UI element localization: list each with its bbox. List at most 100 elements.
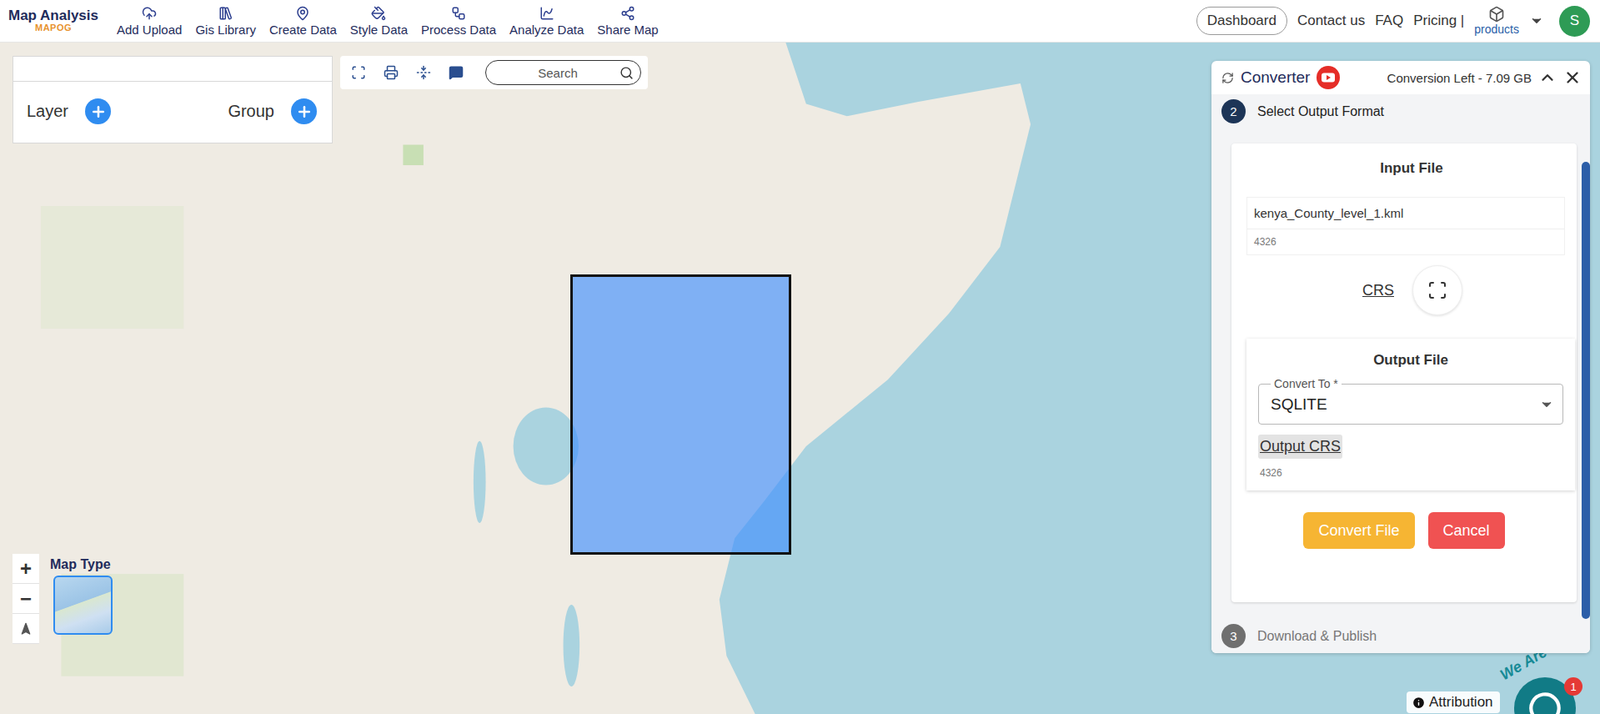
layer-group-row: Layer Group [13,81,332,143]
convert-to-value: SQLITE [1270,395,1540,414]
products-button[interactable]: products [1474,5,1520,36]
crs-row: CRS [1246,255,1577,321]
products-label: products [1474,22,1520,36]
step-row[interactable]: 3Download & Publish [1211,618,1590,653]
cube-icon [1488,5,1505,23]
chevron-up-icon [1538,68,1557,87]
layer-label: Layer [26,101,69,121]
output-crs-code: 4326 [1258,466,1343,479]
header-link[interactable]: FAQ [1374,12,1404,30]
convert-to-label: Convert To * [1270,376,1342,391]
input-section: Input File kenya_County_level_1.kml4326 CR… [1246,155,1577,331]
conversion-quota: Conversion Left - 7.09 GB [1387,70,1532,86]
crs-link[interactable]: CRS [1360,278,1396,303]
info-icon [1411,695,1426,710]
map-type-thumbnail[interactable] [53,575,113,635]
layer-panel-header [13,56,332,82]
youtube-icon[interactable] [1316,65,1340,90]
compass-icon [19,621,33,636]
group-item: Group [227,98,317,125]
output-crs-link[interactable]: Output CRS [1258,434,1343,459]
collapse-button[interactable] [1538,68,1557,87]
map-canvas[interactable]: LayerGroup+−Map TypeAttributionWe Are He… [0,42,1600,714]
nav-label: Add Upload [116,22,182,37]
reset-north-button[interactable] [12,613,40,644]
nav-label: Analyze Data [509,22,584,37]
chat-badge: 1 [1564,677,1583,696]
action-button[interactable]: Cancel [1428,511,1505,549]
dashboard-button[interactable]: Dashboard [1196,6,1288,36]
input-crs-code: 4326 [1247,229,1565,255]
refresh-icon [1221,71,1234,85]
nav-item[interactable]: Share Map [596,4,658,39]
map-type-label: Map Type [50,556,111,572]
logo[interactable]: Map AnalysisMAPOG [10,8,97,33]
converter-body: Input Filekenya_County_level_1.kml4326CR… [1211,128,1590,619]
caret-down-icon[interactable] [1529,13,1545,29]
nav-label: Gis Library [195,22,256,37]
map-toolbar [340,55,648,90]
plus-icon [90,103,107,121]
convert-card: Input Filekenya_County_level_1.kml4326CR… [1231,143,1577,602]
zoom-out-button[interactable]: − [12,583,40,614]
scrollbar-thumb[interactable] [1581,161,1590,619]
nav-icon [141,5,157,21]
print-button[interactable] [382,64,400,81]
converter-scroll: Input Filekenya_County_level_1.kml4326CR… [1211,128,1582,619]
step-number: 2 [1221,99,1246,124]
nav-label: Share Map [596,22,658,37]
scan-icon [1427,280,1448,301]
close-button[interactable] [1563,68,1582,87]
nav-icon [371,5,387,21]
map-type: Map Type [50,556,113,635]
nav-item[interactable]: Add Upload [116,4,182,39]
comment-button[interactable] [447,64,465,81]
step-label: Select Output Format [1257,104,1385,120]
dropdown-arrow-icon [1539,396,1555,412]
header-link[interactable]: Contact us [1297,12,1365,30]
input-file-field: kenya_County_level_1.kml4326 [1246,196,1565,256]
nav-item[interactable]: Create Data [269,4,337,39]
map-analysis-app: Map AnalysisMAPOG Add Upload Gis Library Cr… [0,0,1600,714]
nav-item[interactable]: Style Data [350,4,408,39]
converter-panel: Converter Conversion Left - 7.09 GB 2 Selec… [1211,60,1590,653]
crs-detect-button[interactable] [1412,265,1463,316]
nav-label: Create Data [269,22,337,37]
search-box [485,60,642,86]
nav-icon [539,5,555,21]
logo-title: Map Analysis [8,8,99,24]
nav-item[interactable]: Gis Library [195,4,256,39]
search-input[interactable] [496,65,620,81]
printer-icon [383,65,399,81]
nav-icon [451,5,467,21]
search-icon[interactable] [619,65,634,81]
input-file-name[interactable]: kenya_County_level_1.kml [1247,197,1565,230]
output-crs: Output CRS 4326 [1258,434,1343,479]
convert-to-select[interactable]: Convert To *SQLITE [1258,383,1564,425]
converter-title: Converter [1240,68,1310,87]
add-group-button[interactable] [290,98,317,125]
action-button[interactable]: Convert File [1303,511,1415,549]
nav-item[interactable]: Analyze Data [509,4,584,39]
zoom-in-button[interactable]: + [12,553,40,584]
layer-extent[interactable] [570,274,792,555]
user-avatar[interactable]: S [1559,5,1590,37]
compare-button[interactable] [415,64,432,81]
step-row[interactable]: 2 Select Output Format [1211,94,1590,129]
plus-icon [295,103,313,121]
group-label: Group [227,101,275,121]
main-nav: Add Upload Gis Library Create Data Style Da… [116,4,659,39]
header-link[interactable]: Pricing | [1413,12,1465,30]
input-heading: Input File [1246,155,1577,187]
close-icon [1563,68,1582,87]
nav-item[interactable]: Process Data [421,4,497,39]
add-layer-button[interactable] [85,98,111,125]
action-row: Convert File Cancel [1246,511,1577,549]
zoom-extent-button[interactable] [350,64,367,81]
nav-icon [295,5,311,21]
scrollbar[interactable] [1581,128,1590,619]
fold-icon [416,65,432,81]
step-number: 3 [1221,623,1246,648]
scan-icon [351,65,367,81]
attribution-button[interactable]: Attribution [1406,691,1500,713]
